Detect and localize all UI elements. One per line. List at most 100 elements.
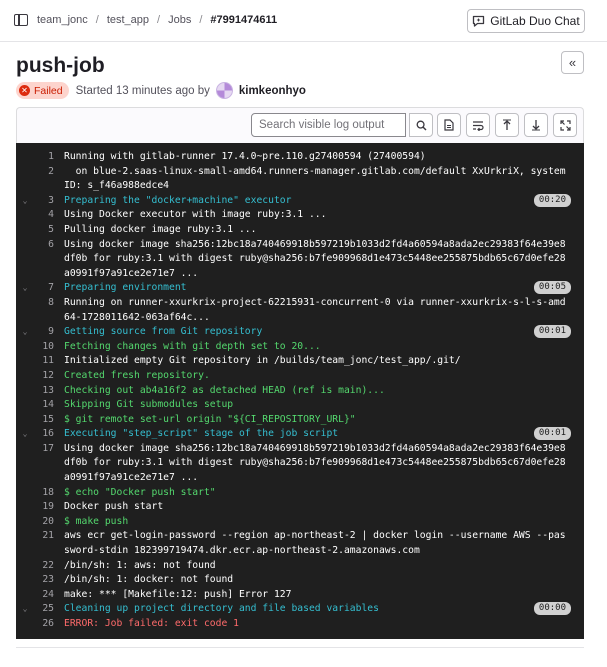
wrap-lines-button[interactable]	[466, 113, 490, 137]
log-line: 5 Pulling docker image ruby:3.1 ...	[16, 223, 584, 238]
line-number[interactable]: 25	[30, 602, 64, 617]
log-gutter	[16, 573, 30, 588]
line-number[interactable]: 11	[30, 354, 64, 369]
breadcrumb-project[interactable]: test_app	[107, 14, 149, 26]
log-line: ⌄ 16 Executing "step_script" stage of the …	[16, 427, 584, 442]
log-line-text: Running with gitlab-runner 17.4.0~pre.11…	[64, 151, 426, 162]
search-icon	[416, 120, 426, 130]
line-number[interactable]: 7	[30, 281, 64, 296]
log-search-input[interactable]	[251, 113, 406, 137]
log-line: 24 make: *** [Makefile:12: push] Error 12…	[16, 588, 584, 603]
log-line-text: $ git remote set-url origin "${CI_REPOSI…	[64, 413, 356, 425]
log-gutter	[16, 413, 30, 428]
log-line: 18 $ echo "Docker push start"	[16, 486, 584, 501]
log-gutter	[16, 165, 30, 194]
raw-log-button[interactable]	[437, 113, 461, 137]
log-line: 6 Using docker image sha256:12bc18a740469…	[16, 238, 584, 282]
chevron-down-icon[interactable]: ⌄	[16, 427, 30, 442]
arrow-up-icon	[503, 119, 511, 130]
line-number[interactable]: 4	[30, 208, 64, 223]
line-number[interactable]: 6	[30, 238, 64, 282]
job-log[interactable]: 1 Running with gitlab-runner 17.4.0~pre.1…	[16, 143, 584, 639]
section-duration-badge: 00:01	[533, 325, 571, 339]
line-number[interactable]: 22	[30, 559, 64, 574]
line-number[interactable]: 24	[30, 588, 64, 603]
line-number[interactable]: 2	[30, 165, 64, 194]
sidebar-toggle-icon[interactable]	[14, 14, 28, 26]
log-gutter	[16, 398, 30, 413]
log-gutter	[16, 500, 30, 515]
line-number[interactable]: 14	[30, 398, 64, 413]
log-line-text: Docker push start	[64, 501, 164, 513]
log-line: 4 Using Docker executor with image ruby:3…	[16, 208, 584, 223]
breadcrumb-job-id[interactable]: #7991474611	[210, 14, 277, 26]
log-line-text: Pulling docker image ruby:3.1 ...	[64, 223, 257, 235]
log-line: 11 Initialized empty Git repository in /b…	[16, 354, 584, 369]
log-line: 21 aws ecr get-login-password --region ap…	[16, 529, 584, 558]
line-number[interactable]: 17	[30, 442, 64, 486]
expand-icon	[559, 119, 571, 131]
line-number[interactable]: 1	[30, 150, 64, 165]
line-number[interactable]: 9	[30, 325, 64, 340]
log-gutter	[16, 559, 30, 574]
fullscreen-button[interactable]	[553, 113, 577, 137]
chevron-down-icon[interactable]: ⌄	[16, 194, 30, 209]
status-badge[interactable]: ✕ Failed	[16, 82, 69, 99]
log-gutter	[16, 384, 30, 399]
chevron-down-icon[interactable]: ⌄	[16, 602, 30, 617]
line-number[interactable]: 19	[30, 500, 64, 515]
collapse-sidebar-button[interactable]: «	[561, 51, 584, 74]
log-line-text: aws ecr get-login-password --region ap-n…	[64, 530, 566, 557]
log-line-text: $ echo "Docker push start"	[64, 486, 216, 498]
line-number[interactable]: 5	[30, 223, 64, 238]
log-gutter	[16, 150, 30, 165]
line-number[interactable]: 23	[30, 573, 64, 588]
log-line-text: Getting source from Git repository	[64, 326, 263, 338]
log-line: 2 on blue-2.saas-linux-small-amd64.runne…	[16, 165, 584, 194]
log-line: 17 Using docker image sha256:12bc18a74046…	[16, 442, 584, 486]
top-bar: team_jonc / test_app / Jobs / #799147461…	[0, 0, 607, 42]
log-gutter	[16, 486, 30, 501]
log-line: 15 $ git remote set-url origin "${CI_REPO…	[16, 413, 584, 428]
duo-chat-label: GitLab Duo Chat	[490, 14, 580, 28]
log-line-text: Cleaning up project directory and file b…	[64, 603, 379, 615]
line-number[interactable]: 13	[30, 384, 64, 399]
line-number[interactable]: 15	[30, 413, 64, 428]
author-link[interactable]: kimkeonhyo	[239, 85, 306, 97]
log-gutter	[16, 588, 30, 603]
status-label: Failed	[34, 84, 63, 97]
log-line-text: Preparing environment	[64, 282, 187, 294]
line-number[interactable]: 8	[30, 296, 64, 325]
log-gutter	[16, 223, 30, 238]
log-line: 12 Created fresh repository.	[16, 369, 584, 384]
breadcrumb-jobs[interactable]: Jobs	[168, 14, 191, 26]
line-number[interactable]: 12	[30, 369, 64, 384]
log-line-text: Checking out ab4a16f2 as detached HEAD (…	[64, 384, 385, 396]
scroll-top-button[interactable]	[495, 113, 519, 137]
log-line: 13 Checking out ab4a16f2 as detached HEAD…	[16, 384, 584, 399]
line-number[interactable]: 16	[30, 427, 64, 442]
chevron-down-icon[interactable]: ⌄	[16, 325, 30, 340]
log-line: ⌄ 25 Cleaning up project directory and fil…	[16, 602, 584, 617]
line-number[interactable]: 21	[30, 529, 64, 558]
breadcrumb-separator: /	[199, 14, 203, 26]
line-number[interactable]: 3	[30, 194, 64, 209]
log-line: 14 Skipping Git submodules setup	[16, 398, 584, 413]
duo-chat-button[interactable]: GitLab Duo Chat	[467, 9, 585, 33]
breadcrumb-group[interactable]: team_jonc	[37, 14, 88, 26]
line-number[interactable]: 20	[30, 515, 64, 530]
avatar[interactable]	[215, 82, 233, 99]
double-chevron-left-icon: «	[568, 55, 577, 70]
log-line: 1 Running with gitlab-runner 17.4.0~pre.1…	[16, 150, 584, 165]
section-duration-badge: 00:20	[533, 193, 571, 207]
line-number[interactable]: 18	[30, 486, 64, 501]
chevron-down-icon[interactable]: ⌄	[16, 281, 30, 296]
scroll-bottom-button[interactable]	[524, 113, 548, 137]
search-button[interactable]	[409, 113, 433, 137]
line-number[interactable]: 10	[30, 340, 64, 355]
log-gutter	[16, 369, 30, 384]
log-line-text: $ make push	[64, 515, 129, 527]
log-line: 8 Running on runner-xxurkrix-project-6221…	[16, 296, 584, 325]
log-line-text: on blue-2.saas-linux-small-amd64.runners…	[64, 165, 572, 192]
line-number[interactable]: 26	[30, 617, 64, 632]
